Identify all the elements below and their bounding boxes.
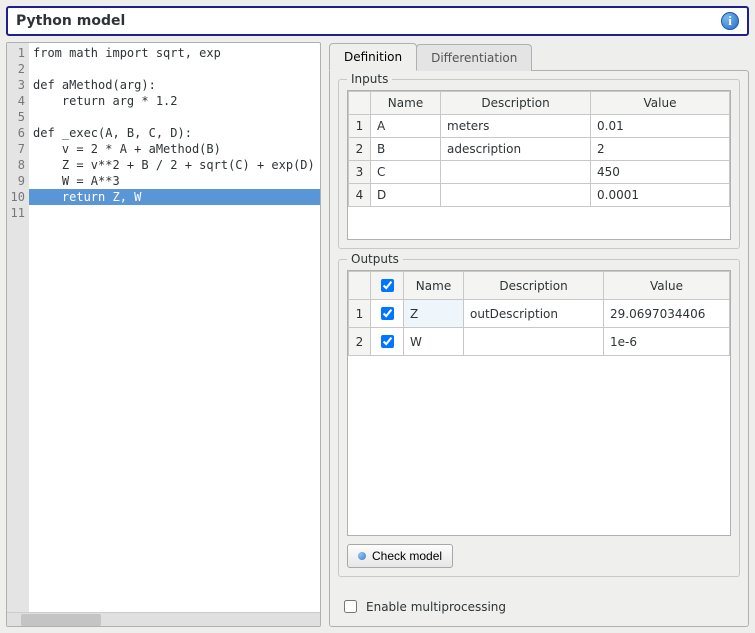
- row-number: 2: [349, 328, 371, 356]
- inputs-header-value[interactable]: Value: [591, 92, 730, 115]
- outputs-table[interactable]: Name Description Value 1ZoutDescription2…: [348, 271, 730, 356]
- outputs-group: Outputs Name Description: [338, 259, 740, 577]
- output-value-cell[interactable]: 29.0697034406: [604, 300, 730, 328]
- tab-differentiation[interactable]: Differentiation: [416, 44, 532, 71]
- table-row[interactable]: 4D 0.0001: [349, 184, 730, 207]
- outputs-header-name[interactable]: Name: [404, 272, 464, 300]
- right-panel: Definition Differentiation Inputs Name: [329, 42, 749, 627]
- table-row[interactable]: 2Badescription2: [349, 138, 730, 161]
- outputs-check-all[interactable]: [381, 279, 394, 292]
- input-name-cell[interactable]: B: [371, 138, 441, 161]
- input-description-cell[interactable]: adescription: [441, 138, 591, 161]
- table-row[interactable]: 1 ZoutDescription29.0697034406: [349, 300, 730, 328]
- inputs-header-rownum: [349, 92, 371, 115]
- tab-definition[interactable]: Definition: [329, 43, 417, 71]
- row-number: 3: [349, 161, 371, 184]
- input-name-cell[interactable]: A: [371, 115, 441, 138]
- row-number: 1: [349, 115, 371, 138]
- table-row[interactable]: 1Ameters0.01: [349, 115, 730, 138]
- row-number: 1: [349, 300, 371, 328]
- output-row-checkbox[interactable]: [381, 307, 394, 320]
- code-area[interactable]: from math import sqrt, exp def aMethod(ar…: [29, 43, 320, 612]
- gutter-line: 3: [9, 77, 25, 93]
- body-split: 1234567891011 from math import sqrt, exp…: [6, 42, 749, 627]
- outputs-header-rownum: [349, 272, 371, 300]
- check-model-button[interactable]: Check model: [347, 544, 453, 568]
- input-name-cell[interactable]: C: [371, 161, 441, 184]
- output-check-cell[interactable]: [371, 300, 404, 328]
- editor-horizontal-scrollbar[interactable]: [7, 612, 320, 626]
- tab-bar: Definition Differentiation: [329, 42, 749, 70]
- input-value-cell[interactable]: 450: [591, 161, 730, 184]
- input-value-cell[interactable]: 0.0001: [591, 184, 730, 207]
- outputs-header-description[interactable]: Description: [464, 272, 604, 300]
- gutter-line: 9: [9, 173, 25, 189]
- panel-title: Python model: [16, 13, 721, 29]
- gutter-line: 10: [9, 189, 25, 205]
- code-line[interactable]: Z = v**2 + B / 2 + sqrt(C) + exp(D): [33, 157, 320, 173]
- gutter-line: 7: [9, 141, 25, 157]
- gutter-line: 5: [9, 109, 25, 125]
- enable-multiprocessing-row[interactable]: Enable multiprocessing: [338, 595, 740, 618]
- output-value-cell[interactable]: 1e-6: [604, 328, 730, 356]
- code-line[interactable]: def aMethod(arg):: [33, 77, 320, 93]
- output-description-cell[interactable]: [464, 328, 604, 356]
- output-name-cell[interactable]: W: [404, 328, 464, 356]
- tab-page-definition: Inputs Name Description Value: [329, 70, 749, 627]
- input-value-cell[interactable]: 2: [591, 138, 730, 161]
- gutter-line: 1: [9, 45, 25, 61]
- outputs-table-wrap[interactable]: Name Description Value 1ZoutDescription2…: [347, 270, 731, 536]
- code-line[interactable]: [33, 205, 320, 221]
- inputs-header-name[interactable]: Name: [371, 92, 441, 115]
- info-icon[interactable]: i: [721, 12, 739, 30]
- outputs-header-check[interactable]: [371, 272, 404, 300]
- inputs-header-description[interactable]: Description: [441, 92, 591, 115]
- outputs-header-value[interactable]: Value: [604, 272, 730, 300]
- code-line[interactable]: [33, 109, 320, 125]
- code-line[interactable]: return arg * 1.2: [33, 93, 320, 109]
- title-bar: Python model i: [6, 6, 749, 36]
- gutter-line: 4: [9, 93, 25, 109]
- input-value-cell[interactable]: 0.01: [591, 115, 730, 138]
- gutter-line: 6: [9, 125, 25, 141]
- outputs-button-row: Check model: [347, 544, 731, 568]
- python-model-panel: Python model i 1234567891011 from math i…: [0, 0, 755, 633]
- row-number: 2: [349, 138, 371, 161]
- code-editor[interactable]: 1234567891011 from math import sqrt, exp…: [6, 42, 321, 627]
- inputs-table[interactable]: Name Description Value 1Ameters0.012Bade…: [348, 91, 730, 207]
- output-name-cell[interactable]: Z: [404, 300, 464, 328]
- outputs-legend: Outputs: [347, 252, 403, 266]
- gutter-line: 11: [9, 205, 25, 221]
- code-line[interactable]: return Z, W: [29, 189, 320, 205]
- output-description-cell[interactable]: outDescription: [464, 300, 604, 328]
- inputs-group: Inputs Name Description Value: [338, 79, 740, 249]
- output-row-checkbox[interactable]: [381, 335, 394, 348]
- output-check-cell[interactable]: [371, 328, 404, 356]
- code-line[interactable]: W = A**3: [33, 173, 320, 189]
- check-model-icon: [358, 552, 366, 560]
- gutter-line: 2: [9, 61, 25, 77]
- input-name-cell[interactable]: D: [371, 184, 441, 207]
- inputs-table-wrap[interactable]: Name Description Value 1Ameters0.012Bade…: [347, 90, 731, 240]
- enable-multiprocessing-label: Enable multiprocessing: [366, 600, 506, 614]
- check-model-label: Check model: [372, 549, 442, 563]
- enable-multiprocessing-checkbox[interactable]: [344, 600, 357, 613]
- input-description-cell[interactable]: meters: [441, 115, 591, 138]
- gutter-line: 8: [9, 157, 25, 173]
- row-number: 4: [349, 184, 371, 207]
- input-description-cell[interactable]: [441, 184, 591, 207]
- table-row[interactable]: 3C 450: [349, 161, 730, 184]
- code-line[interactable]: [33, 61, 320, 77]
- scrollbar-thumb[interactable]: [21, 614, 101, 626]
- table-row[interactable]: 2 W 1e-6: [349, 328, 730, 356]
- input-description-cell[interactable]: [441, 161, 591, 184]
- inputs-legend: Inputs: [347, 72, 392, 86]
- code-line[interactable]: def _exec(A, B, C, D):: [33, 125, 320, 141]
- code-line[interactable]: from math import sqrt, exp: [33, 45, 320, 61]
- code-gutter: 1234567891011: [7, 43, 29, 612]
- code-line[interactable]: v = 2 * A + aMethod(B): [33, 141, 320, 157]
